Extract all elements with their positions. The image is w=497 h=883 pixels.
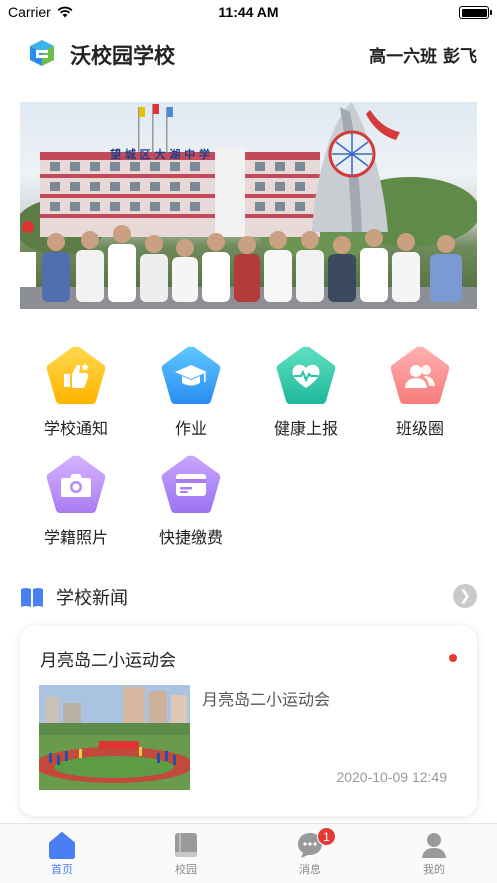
camera-icon [44, 454, 108, 516]
news-thumbnail [39, 685, 190, 790]
unread-indicator [449, 654, 457, 662]
card-icon [159, 454, 223, 516]
tab-bar: 首页 校园 1 消息 我的 [0, 823, 497, 883]
home-icon [49, 832, 75, 859]
feature-label: 作业 [174, 419, 207, 438]
cube-logo-icon [30, 40, 54, 66]
tab-campus[interactable]: 校园 [124, 824, 248, 883]
news-item-title: 月亮岛二小运动会 [40, 651, 176, 671]
banner-sign-text: 望 城 区 大 湖 中 学 [110, 147, 210, 161]
feature-label: 健康上报 [273, 419, 338, 438]
feature-label: 学籍照片 [43, 528, 108, 547]
feature-label: 学校通知 [43, 419, 108, 438]
tab-messages[interactable]: 1 消息 [248, 824, 372, 883]
class-info[interactable]: 高一六班 彭飞 [369, 42, 477, 67]
news-card[interactable]: 月亮岛二小运动会 月亮岛二小运动会 2020-10-09 12:49 [20, 626, 477, 816]
feature-school-notice[interactable]: 学校通知 [21, 345, 131, 455]
school-group-photo: 望 城 区 大 湖 中 学 [20, 102, 477, 309]
chevron-right-icon: ❯ [459, 588, 471, 604]
tab-label: 校园 [175, 863, 197, 876]
feature-class-circle[interactable]: 班级圈 [365, 345, 475, 455]
news-section-header: 学校新闻 ❯ [20, 580, 477, 614]
unread-badge: 1 [317, 827, 336, 846]
news-item-summary: 月亮岛二小运动会 [202, 690, 331, 709]
tab-label: 我的 [423, 863, 445, 876]
status-time: 11:44 AM [218, 4, 279, 20]
battery-icon [459, 6, 492, 19]
app-header: 沃校园学校 高一六班 彭飞 [0, 30, 497, 76]
feature-quick-payment[interactable]: 快捷缴费 [136, 454, 246, 564]
person-icon [422, 833, 446, 858]
feature-homework[interactable]: 作业 [136, 345, 246, 455]
feature-label: 快捷缴费 [158, 528, 223, 547]
graduation-cap-icon [159, 345, 223, 407]
app-title: 沃校园学校 [70, 44, 175, 68]
news-section-title: 学校新闻 [56, 588, 128, 609]
heart-pulse-icon [274, 345, 338, 407]
news-more-button[interactable]: ❯ [453, 584, 477, 608]
tab-home[interactable]: 首页 [0, 824, 124, 883]
book-icon [21, 588, 43, 607]
school-banner[interactable]: 望 城 区 大 湖 中 学 [20, 102, 477, 309]
people-icon [388, 345, 452, 407]
tab-label: 消息 [299, 863, 321, 876]
feature-label: 班级圈 [395, 419, 444, 438]
tab-profile[interactable]: 我的 [372, 824, 496, 883]
news-item-date: 2020-10-09 12:49 [336, 769, 447, 785]
status-bar: Carrier 11:44 AM [0, 0, 497, 26]
feature-student-photo[interactable]: 学籍照片 [21, 454, 131, 564]
book-icon [175, 833, 197, 857]
thumbs-up-icon [44, 345, 108, 407]
feature-health-report[interactable]: 健康上报 [251, 345, 361, 455]
tab-label: 首页 [51, 863, 73, 876]
